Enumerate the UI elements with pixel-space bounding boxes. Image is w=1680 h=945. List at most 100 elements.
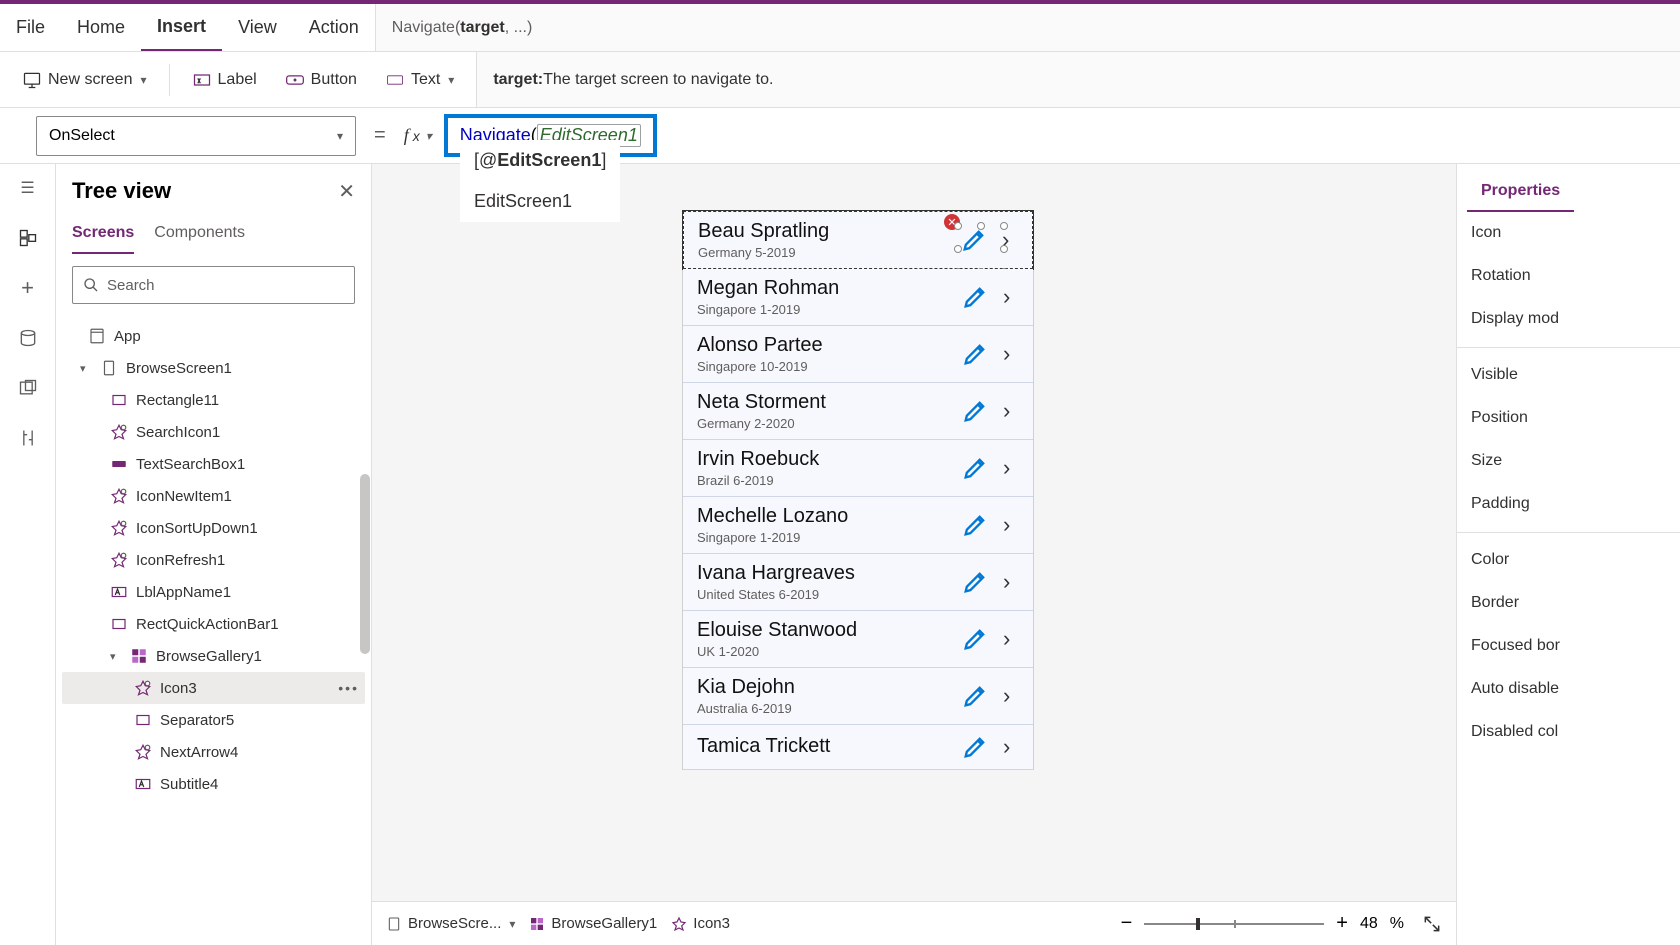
text-button[interactable]: Abc Text ▾	[375, 64, 464, 96]
fit-screen-icon[interactable]	[1422, 914, 1442, 934]
prop-row[interactable]: Icon	[1457, 212, 1680, 255]
tree-item-app[interactable]: App	[62, 320, 365, 352]
prop-row[interactable]: Position	[1457, 397, 1680, 440]
add-icon[interactable]: +	[16, 276, 40, 300]
menu-view[interactable]: View	[222, 4, 293, 51]
new-screen-button[interactable]: New screen ▾	[12, 64, 157, 96]
menu-home[interactable]: Home	[61, 4, 141, 51]
label-icon	[192, 70, 212, 90]
tab-properties[interactable]: Properties	[1467, 176, 1574, 212]
edit-icon[interactable]	[961, 340, 989, 368]
prop-row[interactable]: Color	[1457, 539, 1680, 582]
tree-item-sep5[interactable]: Separator5	[62, 704, 365, 736]
hamburger-icon[interactable]: ☰	[16, 176, 40, 200]
breadcrumb-bar: BrowseScre... ▾ BrowseGallery1 Icon3 − +…	[372, 901, 1456, 945]
edit-icon[interactable]	[961, 454, 989, 482]
chevron-right-icon[interactable]: ›	[1003, 626, 1019, 652]
prop-row[interactable]: Display mod	[1457, 298, 1680, 341]
prop-row[interactable]: Padding	[1457, 483, 1680, 526]
chevron-right-icon[interactable]: ›	[1003, 569, 1019, 595]
tree-item-rqa[interactable]: RectQuickActionBar1	[62, 608, 365, 640]
gallery-row[interactable]: Kia DejohnAustralia 6-2019›	[683, 668, 1033, 725]
chevron-right-icon[interactable]: ›	[1003, 284, 1019, 310]
edit-icon[interactable]	[961, 625, 989, 653]
caret-down-icon[interactable]: ▾	[80, 362, 92, 375]
property-selector[interactable]: OnSelect ▾	[36, 116, 356, 156]
prop-row[interactable]: Auto disable	[1457, 668, 1680, 711]
tree-item-lan[interactable]: LblAppName1	[62, 576, 365, 608]
fx-label[interactable]: fx ▾	[404, 125, 432, 146]
tree-item-na4[interactable]: NextArrow4	[62, 736, 365, 768]
properties-panel: Properties IconRotationDisplay mod Visibl…	[1456, 164, 1680, 945]
edit-icon[interactable]	[961, 511, 989, 539]
tree-item-sic[interactable]: SearchIcon1	[62, 416, 365, 448]
gallery-row[interactable]: Irvin RoebuckBrazil 6-2019›	[683, 440, 1033, 497]
prop-row[interactable]: Border	[1457, 582, 1680, 625]
gallery-row[interactable]: Beau SpratlingGermany 5-2019›✕	[683, 211, 1033, 269]
tree-view-icon[interactable]	[16, 226, 40, 250]
prop-row[interactable]: Disabled col	[1457, 711, 1680, 754]
tree-item-tsb[interactable]: TextSearchBox1	[62, 448, 365, 480]
tab-screens[interactable]: Screens	[72, 218, 134, 254]
gallery-row[interactable]: Neta StormentGermany 2-2020›	[683, 383, 1033, 440]
chevron-right-icon[interactable]: ›	[1003, 398, 1019, 424]
menu-file[interactable]: File	[0, 4, 61, 51]
edit-icon[interactable]	[961, 397, 989, 425]
chevron-right-icon[interactable]: ›	[1003, 734, 1019, 760]
canvas[interactable]: Beau SpratlingGermany 5-2019›✕Megan Rohm…	[372, 164, 1456, 945]
gallery-row[interactable]: Mechelle LozanoSingapore 1-2019›	[683, 497, 1033, 554]
tree-search-input[interactable]: Search	[72, 266, 355, 304]
chevron-right-icon[interactable]: ›	[1003, 683, 1019, 709]
label-button[interactable]: Label	[182, 64, 267, 96]
autocomplete-item[interactable]: EditScreen1	[460, 181, 620, 222]
equals-sign: =	[374, 124, 386, 147]
zoom-slider[interactable]	[1144, 923, 1324, 925]
edit-icon[interactable]	[960, 226, 988, 254]
gallery-subtitle: Germany 2-2020	[697, 416, 961, 431]
media-icon[interactable]	[16, 376, 40, 400]
tree-item-sub4[interactable]: Subtitle4	[62, 768, 365, 800]
menu-insert[interactable]: Insert	[141, 4, 222, 51]
prop-row[interactable]: Size	[1457, 440, 1680, 483]
tree-scrollbar[interactable]	[359, 294, 371, 945]
edit-icon[interactable]	[961, 568, 989, 596]
prop-row[interactable]: Visible	[1457, 354, 1680, 397]
tab-components[interactable]: Components	[154, 218, 245, 254]
breadcrumb-gallery[interactable]: BrowseGallery1	[529, 915, 657, 932]
menu-action[interactable]: Action	[293, 4, 375, 51]
data-icon[interactable]	[16, 326, 40, 350]
tree-item-rect11[interactable]: Rectangle11	[62, 384, 365, 416]
prop-row[interactable]: Focused bor	[1457, 625, 1680, 668]
breadcrumb-icon[interactable]: Icon3	[671, 915, 730, 932]
tree-item-ini[interactable]: IconNewItem1	[62, 480, 365, 512]
gallery-row[interactable]: Megan RohmanSingapore 1-2019›	[683, 269, 1033, 326]
tree-item-bg1[interactable]: ▾BrowseGallery1	[62, 640, 365, 672]
zoom-in-button[interactable]: +	[1336, 912, 1348, 935]
tree-item-bs1[interactable]: ▾BrowseScreen1	[62, 352, 365, 384]
tools-icon[interactable]	[16, 426, 40, 450]
breadcrumb-screen[interactable]: BrowseScre... ▾	[386, 915, 515, 932]
edit-icon[interactable]	[961, 682, 989, 710]
caret-down-icon[interactable]: ▾	[110, 650, 122, 663]
gallery-row[interactable]: Ivana HargreavesUnited States 6-2019›	[683, 554, 1033, 611]
sig-fn: Navigate(	[392, 19, 460, 37]
chevron-right-icon[interactable]: ›	[1003, 341, 1019, 367]
edit-icon[interactable]	[961, 283, 989, 311]
zoom-out-button[interactable]: −	[1121, 912, 1133, 935]
tree-item-isu[interactable]: IconSortUpDown1	[62, 512, 365, 544]
gallery-row[interactable]: Tamica Trickett›	[683, 725, 1033, 770]
button-button[interactable]: Button	[275, 64, 367, 96]
chevron-right-icon[interactable]: ›	[1002, 227, 1018, 253]
tree-item-irf[interactable]: IconRefresh1	[62, 544, 365, 576]
gallery-row[interactable]: Alonso ParteeSingapore 10-2019›	[683, 326, 1033, 383]
chevron-right-icon[interactable]: ›	[1003, 455, 1019, 481]
gallery-row[interactable]: Elouise StanwoodUK 1-2020›	[683, 611, 1033, 668]
chevron-right-icon[interactable]: ›	[1003, 512, 1019, 538]
chevron-down-icon: ▾	[426, 129, 432, 143]
more-icon[interactable]: •••	[338, 680, 359, 696]
prop-row[interactable]: Rotation	[1457, 255, 1680, 298]
close-icon[interactable]: ✕	[338, 179, 355, 204]
autocomplete-item[interactable]: [@EditScreen1]	[460, 140, 620, 181]
edit-icon[interactable]	[961, 733, 989, 761]
tree-item-ic3[interactable]: Icon3•••	[62, 672, 365, 704]
